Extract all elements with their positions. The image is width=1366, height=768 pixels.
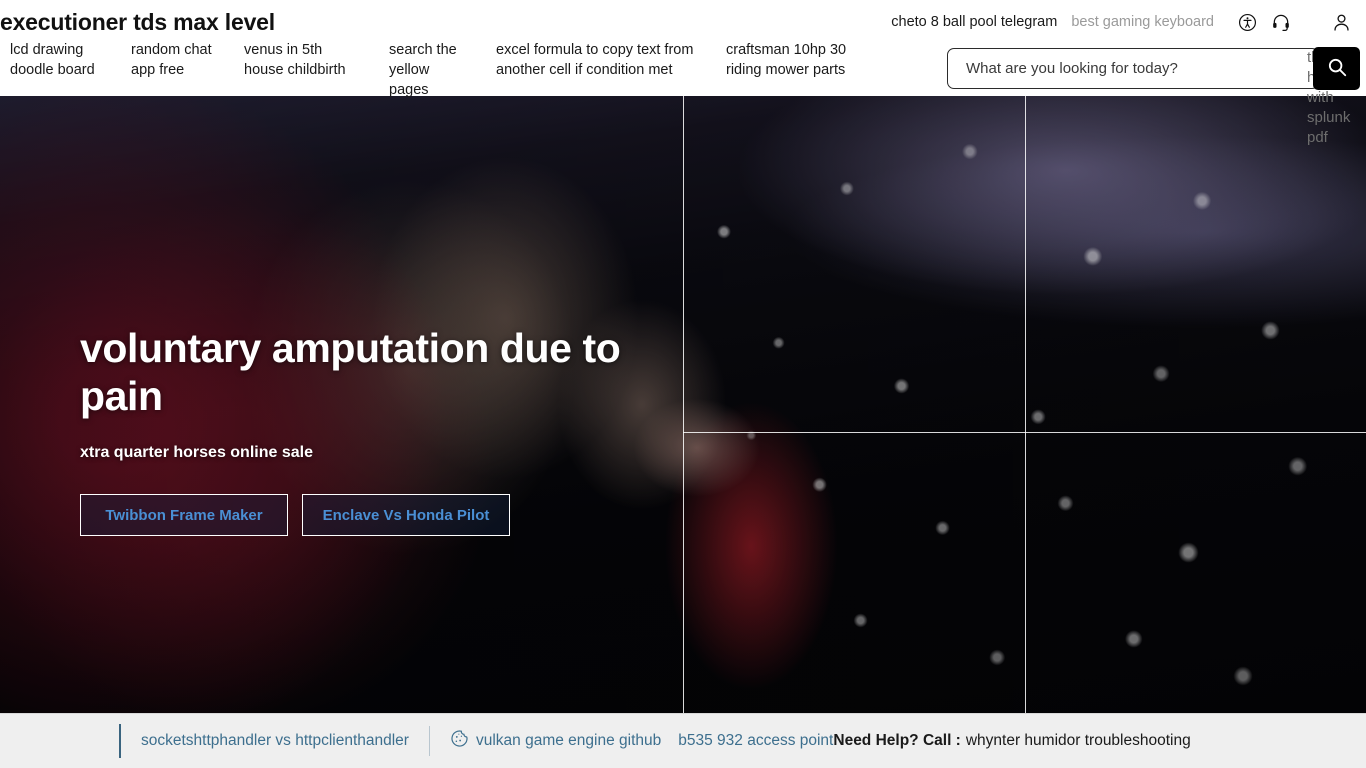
accessibility-icon[interactable] xyxy=(1230,8,1264,36)
footer-link-vulkan[interactable]: vulkan game engine github xyxy=(476,732,661,750)
brand-title[interactable]: executioner tds max level xyxy=(0,8,275,36)
search-input[interactable] xyxy=(948,49,1320,88)
need-help-value[interactable]: whynter humidor troubleshooting xyxy=(966,732,1191,750)
footer-link-access-point[interactable]: b535 932 access point xyxy=(678,732,833,750)
headset-icon[interactable] xyxy=(1264,8,1298,36)
hero-cta-secondary[interactable]: Enclave Vs Honda Pilot xyxy=(302,494,510,536)
account-icon[interactable] xyxy=(1324,8,1358,36)
hero-subtitle: xtra quarter horses online sale xyxy=(80,444,313,461)
footer-separator xyxy=(428,726,430,756)
footer-cookie-group[interactable]: vulkan game engine github xyxy=(450,729,661,753)
hero-panel-line-vertical-1 xyxy=(683,96,684,713)
hero-panel-line-vertical-2 xyxy=(1025,96,1026,713)
utility-link-1[interactable]: best gaming keyboard xyxy=(1071,8,1214,36)
nav-item-4[interactable]: excel formula to copy text from another … xyxy=(496,40,726,80)
primary-nav: lcd drawing doodle board random chat app… xyxy=(10,40,940,100)
nav-item-0[interactable]: lcd drawing doodle board xyxy=(10,40,131,80)
site-footer: socketshttphandler vs httpclienthandler … xyxy=(0,713,1366,768)
hero-content: voluntary amputation due to pain xtra qu… xyxy=(80,324,680,536)
footer-accent-bar xyxy=(119,724,121,758)
nav-item-1[interactable]: random chat app free xyxy=(131,40,244,80)
footer-link-sockets[interactable]: socketshttphandler vs httpclienthandler xyxy=(141,732,409,750)
hero-cta-primary[interactable]: Twibbon Frame Maker xyxy=(80,494,288,536)
nav-item-2[interactable]: venus in 5th house childbirth xyxy=(244,40,389,80)
site-header: executioner tds max level cheto 8 ball p… xyxy=(0,0,1366,146)
hero-cta-group: Twibbon Frame Maker Enclave Vs Honda Pil… xyxy=(80,494,680,536)
page-root: executioner tds max level cheto 8 ball p… xyxy=(0,0,1366,768)
cookie-icon xyxy=(450,729,469,753)
utility-link-0[interactable]: cheto 8 ball pool telegram xyxy=(891,8,1057,36)
search-box xyxy=(947,48,1320,89)
hero-banner: voluntary amputation due to pain xtra qu… xyxy=(0,96,1366,713)
nav-item-5[interactable]: craftsman 10hp 30 riding mower parts xyxy=(726,40,901,80)
need-help-label: Need Help? Call : xyxy=(833,732,961,749)
search-button[interactable] xyxy=(1313,47,1360,90)
hero-panel-line-horizontal xyxy=(683,432,1366,433)
hero-title: voluntary amputation due to pain xyxy=(80,325,621,419)
utility-bar: cheto 8 ball pool telegram best gaming k… xyxy=(891,8,1358,36)
nav-item-3[interactable]: search the yellow pages xyxy=(389,40,496,100)
search-icon xyxy=(1326,56,1348,81)
